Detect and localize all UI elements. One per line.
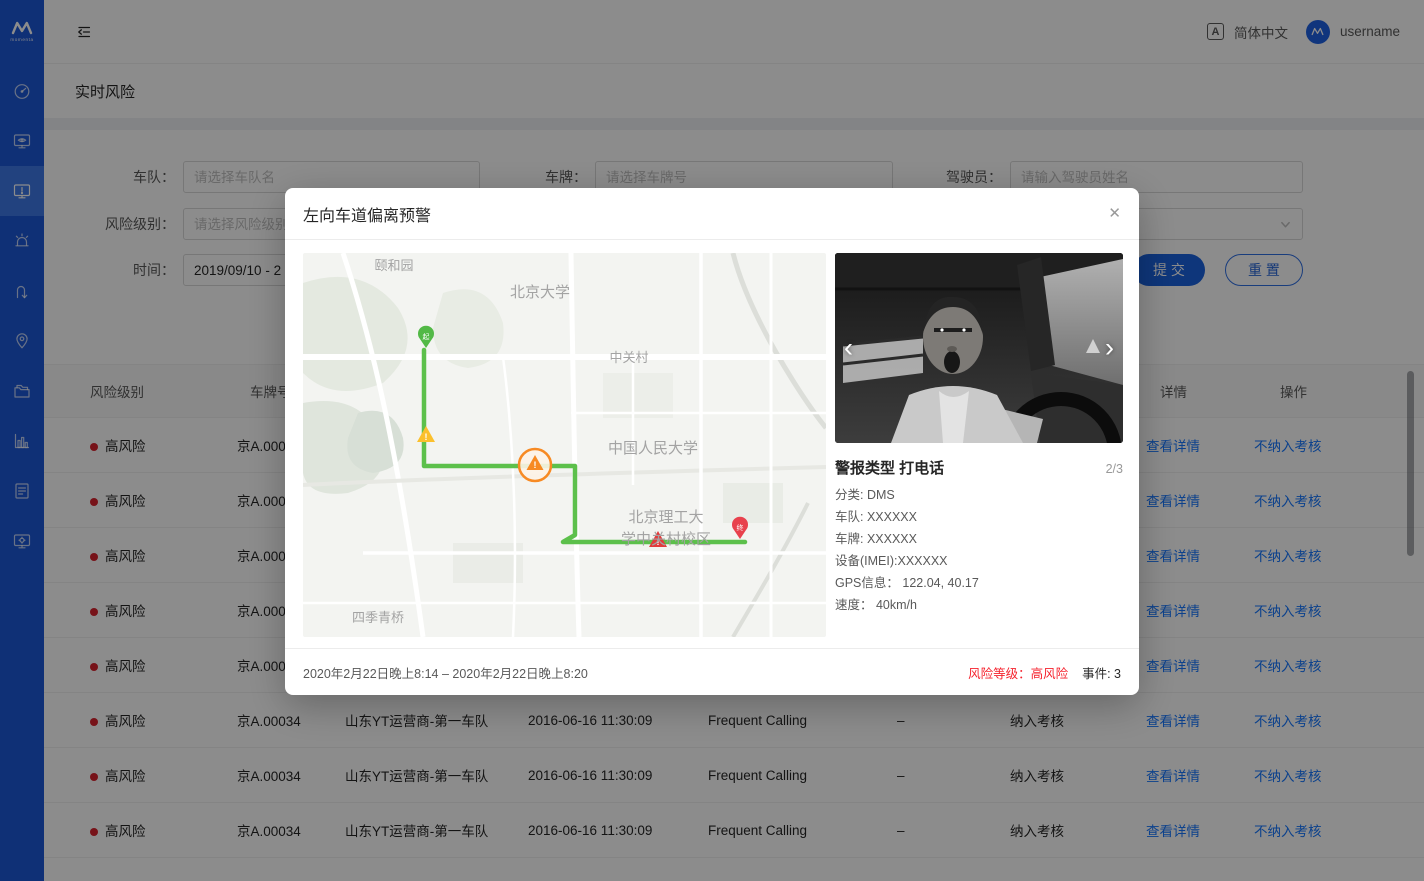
alert-field: 车队: XXXXXX — [835, 506, 1123, 528]
svg-text:!: ! — [425, 432, 428, 442]
map-place-label: 中关村 — [609, 350, 648, 365]
modal-header: 左向车道偏离预警 ✕ — [285, 188, 1139, 240]
carousel-prev-icon[interactable]: ‹ — [844, 335, 853, 362]
carousel-next-icon[interactable]: › — [1105, 335, 1114, 362]
close-icon[interactable]: ✕ — [1108, 206, 1121, 221]
alert-panel: ‹ › 警报类型 打电话 2/3 分类: DMS车队: XXXXXX车牌: XX… — [835, 253, 1123, 616]
svg-text:起: 起 — [423, 333, 430, 341]
map-place-label: 中国人民大学 — [608, 440, 698, 457]
modal-title: 左向车道偏离预警 — [303, 202, 431, 226]
alert-field: 车牌: XXXXXX — [835, 528, 1123, 550]
alert-type-title: 警报类型 打电话 — [835, 457, 944, 478]
carousel-position: 2/3 — [1106, 462, 1123, 476]
alert-fields: 分类: DMS车队: XXXXXX车牌: XXXXXX设备(IMEI):XXXX… — [835, 484, 1123, 616]
alert-field: 分类: DMS — [835, 484, 1123, 506]
modal-body: 起 ! ! ! — [285, 240, 1139, 648]
modal-footer: 2020年2月22日晚上8:14 – 2020年2月22日晚上8:20 风险等级… — [285, 648, 1139, 695]
risk-level-value: 风险等级：高风险 — [968, 663, 1068, 682]
map-place-label: 颐和园 — [374, 258, 413, 273]
warning-modal: 左向车道偏离预警 ✕ — [285, 188, 1139, 695]
time-range-label: 2020年2月22日晚上8:14 – 2020年2月22日晚上8:20 — [303, 663, 588, 682]
map-place-label: 北京大学 — [510, 284, 570, 301]
alert-field: 设备(IMEI):XXXXXX — [835, 550, 1123, 572]
map-place-label: 四季青桥 — [352, 610, 404, 625]
alert-field: GPS信息： 122.04, 40.17 — [835, 572, 1123, 594]
svg-text:!: ! — [534, 460, 537, 470]
driver-photo: ‹ › — [835, 253, 1123, 443]
warning-orange-marker[interactable]: ! — [519, 449, 551, 481]
svg-text:终: 终 — [737, 523, 744, 532]
events-count: 事件: 3 — [1082, 663, 1121, 682]
route-map[interactable]: 起 ! ! ! — [303, 253, 826, 637]
alert-field: 速度： 40km/h — [835, 594, 1123, 616]
